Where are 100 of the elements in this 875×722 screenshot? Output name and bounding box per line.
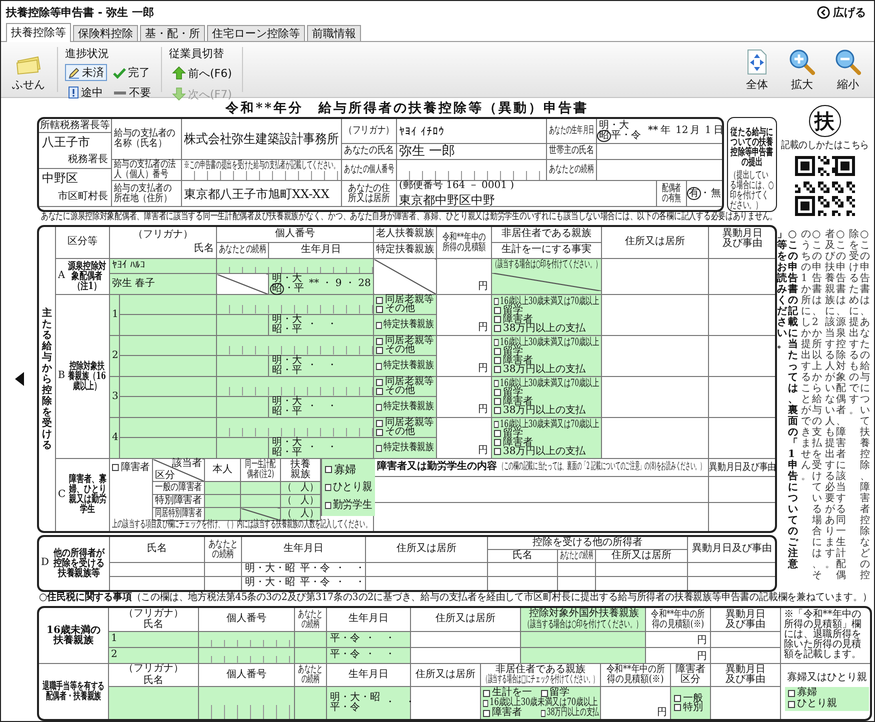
era-option[interactable]: 明・大 xyxy=(271,438,303,448)
era-option[interactable]: 明・大 xyxy=(271,274,303,284)
checkbox[interactable]: その他 xyxy=(376,427,415,437)
checkbox[interactable]: 特定扶養親族 xyxy=(376,320,434,330)
date-field[interactable]: 平・令 ・ ・ xyxy=(326,648,410,664)
sticky-note-button[interactable]: ふせん xyxy=(7,42,50,97)
input-field[interactable] xyxy=(240,482,280,495)
era-option[interactable]: 明・大 xyxy=(271,315,303,325)
era-option[interactable]: 平・令 xyxy=(329,650,361,660)
input-field[interactable] xyxy=(204,494,240,508)
era-option[interactable]: 昭・平 xyxy=(271,448,303,458)
input-field[interactable] xyxy=(120,314,216,336)
checkbox[interactable]: その他 xyxy=(376,345,415,355)
checkbox[interactable]: 38万円以上の支払 xyxy=(494,406,586,416)
input-field[interactable] xyxy=(120,356,216,376)
input-field[interactable] xyxy=(216,438,268,458)
checkbox[interactable]: 障害者 xyxy=(494,438,533,448)
input-field[interactable]: 弥生 春子 xyxy=(110,274,216,294)
radio-option[interactable]: 有 xyxy=(688,188,700,199)
status-button[interactable]: 完了 xyxy=(110,64,154,81)
input-field[interactable] xyxy=(294,648,326,664)
checkbox[interactable]: 寡婦 xyxy=(788,688,818,698)
number-field[interactable] xyxy=(216,336,374,356)
input-field[interactable] xyxy=(120,376,216,396)
checkbox[interactable]: 38万円以上の支払 xyxy=(494,364,586,374)
checkbox[interactable]: 38万円以上の支払 xyxy=(494,446,586,456)
tab[interactable]: 住宅ローン控除等 xyxy=(207,25,305,41)
input-field[interactable] xyxy=(294,686,326,720)
checkbox[interactable]: 16歳以上30歳未満又は70歳以上 xyxy=(494,338,599,348)
number-field[interactable] xyxy=(198,686,294,720)
number-field[interactable] xyxy=(198,632,294,648)
era-option[interactable]: 昭 xyxy=(271,284,283,294)
checkbox[interactable]: 同居老親等 xyxy=(376,377,434,387)
checkbox[interactable]: 38万円以上の支払 xyxy=(540,708,598,718)
checkbox[interactable]: 38万円以上の支払 xyxy=(494,324,586,334)
era-option[interactable]: 昭 xyxy=(598,131,610,141)
input-field[interactable] xyxy=(204,482,240,495)
input-field[interactable] xyxy=(216,314,268,336)
input-field[interactable] xyxy=(240,494,280,508)
left-arrow-icon[interactable] xyxy=(14,372,24,386)
era-option[interactable]: 明・大 xyxy=(598,121,630,131)
status-button[interactable]: 途中 xyxy=(65,84,107,101)
input-field[interactable] xyxy=(120,336,216,356)
date-field[interactable]: 明・大・昭 平・令 ・ ・ xyxy=(242,562,366,576)
checkbox[interactable]: ひとり親 xyxy=(325,482,372,492)
input-field[interactable] xyxy=(294,632,326,648)
checkbox[interactable]: 16歳以上30歳未満又は70歳以上 xyxy=(494,378,599,388)
checkbox[interactable]: 障害者 xyxy=(494,314,533,324)
checkbox[interactable]: 留学 xyxy=(494,388,523,398)
number-field[interactable] xyxy=(216,258,374,274)
view-button[interactable]: 縮小 xyxy=(830,42,866,97)
input-field[interactable] xyxy=(120,294,216,314)
checkbox[interactable]: 障害者 xyxy=(494,356,533,366)
era-option[interactable]: 昭・平 xyxy=(271,407,303,417)
number-field[interactable] xyxy=(216,418,374,438)
input-field[interactable]: （ 人） xyxy=(280,494,320,508)
number-field[interactable] xyxy=(216,294,374,314)
tab[interactable]: 保険料控除 xyxy=(73,25,138,41)
era-option[interactable]: 平・令 xyxy=(329,634,361,644)
employee-switch-button[interactable]: 前へ(F6) xyxy=(169,64,235,82)
input-field[interactable]: 2 xyxy=(108,648,198,664)
checkbox[interactable]: 留学 xyxy=(494,346,523,356)
checkbox[interactable]: ひとり親 xyxy=(788,699,838,710)
checkbox[interactable]: 留学 xyxy=(494,306,523,316)
date-field[interactable]: 平・令 ・ ・ xyxy=(326,632,410,648)
checkbox[interactable]: 特定扶養親族 xyxy=(376,402,434,412)
era-option[interactable]: 明・大・昭 xyxy=(329,693,381,704)
input-field[interactable] xyxy=(216,396,268,418)
input-field[interactable]: 1 xyxy=(108,632,198,648)
era-option[interactable]: 平・令 xyxy=(299,578,331,588)
number-field[interactable] xyxy=(216,376,374,396)
era-option[interactable]: 明・大・昭 xyxy=(244,578,296,588)
input-field[interactable]: （ 人） xyxy=(280,482,320,495)
checkbox[interactable]: 障害者 xyxy=(494,396,533,406)
checkbox[interactable]: その他 xyxy=(376,304,415,314)
era-option[interactable]: 明・大 xyxy=(271,356,303,366)
era-option[interactable]: 平・令 xyxy=(299,564,331,574)
checkbox[interactable]: 16歳以上30歳未満又は70歳以上 xyxy=(494,420,599,430)
era-option[interactable]: 昭・平 xyxy=(271,325,303,335)
checkbox[interactable]: 同居老親等 xyxy=(376,418,434,428)
input-field[interactable] xyxy=(120,438,216,458)
checkbox[interactable]: 特定扶養親族 xyxy=(376,361,434,371)
input-field[interactable] xyxy=(216,356,268,376)
tab[interactable]: 基・配・所 xyxy=(140,25,205,41)
checkbox[interactable]: 同居老親等 xyxy=(376,336,434,346)
checkbox[interactable]: 留学 xyxy=(494,428,523,438)
tab[interactable]: 扶養控除等 xyxy=(6,23,71,42)
checkbox[interactable]: 16歳以上30歳未満又は70歳以上 xyxy=(494,296,599,306)
era-option[interactable]: 明・大 xyxy=(271,397,303,407)
era-option[interactable]: ・平 xyxy=(283,284,305,294)
checkbox[interactable]: 特定扶養親族 xyxy=(376,443,434,453)
radio-option[interactable]: 無 xyxy=(710,188,722,199)
checkbox[interactable]: 同居老親等 xyxy=(376,295,434,305)
input-field[interactable] xyxy=(120,396,216,418)
expand-button[interactable]: 広げる xyxy=(815,4,868,20)
tab[interactable]: 前職情報 xyxy=(307,25,361,41)
checkbox[interactable]: 特別 xyxy=(674,702,704,713)
checkbox[interactable]: 障害者 xyxy=(112,462,150,472)
status-button[interactable]: 不要 xyxy=(110,84,154,101)
status-button[interactable]: 未済 xyxy=(65,64,107,81)
